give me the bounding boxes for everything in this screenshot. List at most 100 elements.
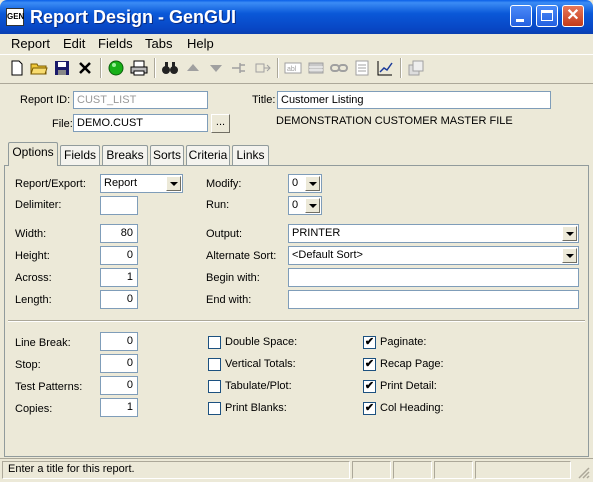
toolbar-separator <box>277 58 279 78</box>
run-value: 0 <box>292 199 299 211</box>
col-heading-checkbox[interactable]: ✔ <box>363 402 376 415</box>
test-patterns-field[interactable]: 0 <box>100 376 138 395</box>
output-select[interactable]: PRINTER <box>288 224 579 243</box>
length-field[interactable]: 0 <box>100 290 138 309</box>
link-icon[interactable] <box>330 59 348 77</box>
label-icon[interactable]: abl <box>284 59 302 77</box>
run-label: Run: <box>206 199 230 211</box>
alternate-sort-select[interactable]: <Default Sort> <box>288 246 579 265</box>
output-value: PRINTER <box>292 227 341 239</box>
title-field[interactable]: Customer Listing <box>277 91 551 109</box>
app-icon[interactable]: GEN <box>6 8 24 26</box>
report-export-value: Report <box>104 177 138 189</box>
menu-fields[interactable]: Fields <box>98 36 133 51</box>
end-with-field[interactable] <box>288 290 579 309</box>
status-pane <box>475 461 571 479</box>
save-icon[interactable] <box>53 59 71 77</box>
chevron-down-icon[interactable] <box>305 198 320 213</box>
chevron-down-icon[interactable] <box>562 226 577 241</box>
move-down-icon[interactable] <box>207 59 225 77</box>
document-icon[interactable] <box>353 59 371 77</box>
tab-sorts[interactable]: Sorts <box>150 145 184 165</box>
modify-select[interactable]: 0 <box>288 174 322 193</box>
window-title: Report Design - GenGUI <box>30 7 237 27</box>
across-label: Across: <box>15 272 52 284</box>
status-pane <box>393 461 432 479</box>
chevron-down-icon[interactable] <box>562 248 577 263</box>
tab-breaks[interactable]: Breaks <box>102 145 148 165</box>
file-field[interactable]: DEMO.CUST <box>73 114 208 132</box>
resize-grip-icon[interactable] <box>577 466 590 479</box>
find-icon[interactable] <box>161 59 179 77</box>
print-detail-checkbox[interactable]: ✔ <box>363 380 376 393</box>
delimiter-label: Delimiter: <box>15 199 62 211</box>
report-id-field[interactable]: CUST_LIST <box>73 91 208 109</box>
height-field[interactable]: 0 <box>100 246 138 265</box>
run-select[interactable]: 0 <box>288 196 322 215</box>
width-label: Width: <box>15 228 47 240</box>
copies-field[interactable]: 1 <box>100 398 138 417</box>
double-space-label: Double Space: <box>225 336 298 348</box>
stop-field[interactable]: 0 <box>100 354 138 373</box>
tab-options[interactable]: Options <box>8 142 58 166</box>
chart-icon[interactable] <box>376 59 394 77</box>
delimiter-field[interactable] <box>100 196 138 215</box>
begin-with-field[interactable] <box>288 268 579 287</box>
recap-page-checkbox[interactable]: ✔ <box>363 358 376 371</box>
tabulate-plot-label: Tabulate/Plot: <box>225 380 292 392</box>
print-icon[interactable] <box>130 59 148 77</box>
maximize-icon[interactable] <box>536 5 558 27</box>
print-blanks-checkbox[interactable] <box>208 402 221 415</box>
test-patterns-label: Test Patterns: <box>15 381 83 393</box>
across-field[interactable]: 1 <box>100 268 138 287</box>
line-break-field[interactable]: 0 <box>100 332 138 351</box>
paginate-label: Paginate: <box>380 336 427 348</box>
output-label: Output: <box>206 228 243 240</box>
close-icon[interactable]: ✕ <box>562 5 584 27</box>
vertical-totals-label: Vertical Totals: <box>225 358 296 370</box>
width-field[interactable]: 80 <box>100 224 138 243</box>
menu-tabs[interactable]: Tabs <box>145 36 172 51</box>
menu-edit[interactable]: Edit <box>63 36 85 51</box>
report-export-select[interactable]: Report <box>100 174 183 193</box>
vertical-totals-checkbox[interactable] <box>208 358 221 371</box>
recap-page-label: Recap Page: <box>380 358 444 370</box>
move-up-icon[interactable] <box>184 59 202 77</box>
alternate-sort-label: Alternate Sort: <box>206 250 277 262</box>
status-pane <box>434 461 473 479</box>
menu-help[interactable]: Help <box>187 36 214 51</box>
print-blanks-label: Print Blanks: <box>225 402 287 414</box>
insert-break-icon[interactable] <box>230 59 248 77</box>
paginate-checkbox[interactable]: ✔ <box>363 336 376 349</box>
new-icon[interactable] <box>8 59 26 77</box>
chevron-down-icon[interactable] <box>166 176 181 191</box>
delete-icon[interactable] <box>76 59 94 77</box>
table-icon[interactable] <box>307 59 325 77</box>
copies-label: Copies: <box>15 403 53 415</box>
tab-fields[interactable]: Fields <box>60 145 100 165</box>
tab-links[interactable]: Links <box>232 145 269 165</box>
menu-report[interactable]: Report <box>11 36 50 51</box>
status-pane <box>352 461 391 479</box>
chevron-down-icon[interactable] <box>305 176 320 191</box>
toolbar-separator <box>154 58 156 78</box>
insert-field-icon[interactable] <box>253 59 271 77</box>
tab-criteria[interactable]: Criteria <box>186 145 230 165</box>
open-icon[interactable] <box>30 59 48 77</box>
modify-label: Modify: <box>206 178 242 190</box>
title-label: Title: <box>252 94 276 106</box>
properties-icon[interactable] <box>407 59 425 77</box>
file-description: DEMONSTRATION CUSTOMER MASTER FILE <box>276 115 513 127</box>
report-id-label: Report ID: <box>20 94 71 106</box>
begin-with-label: Begin with: <box>206 272 260 284</box>
browse-file-button[interactable]: ... <box>211 114 230 133</box>
file-label: File: <box>52 118 73 130</box>
minimize-icon[interactable] <box>510 5 532 27</box>
tabulate-plot-checkbox[interactable] <box>208 380 221 393</box>
alternate-sort-value: <Default Sort> <box>292 249 363 261</box>
end-with-label: End with: <box>206 294 252 306</box>
report-export-label: Report/Export: <box>15 178 86 190</box>
double-space-checkbox[interactable] <box>208 336 221 349</box>
run-icon[interactable] <box>107 59 125 77</box>
toolbar-separator <box>400 58 402 78</box>
